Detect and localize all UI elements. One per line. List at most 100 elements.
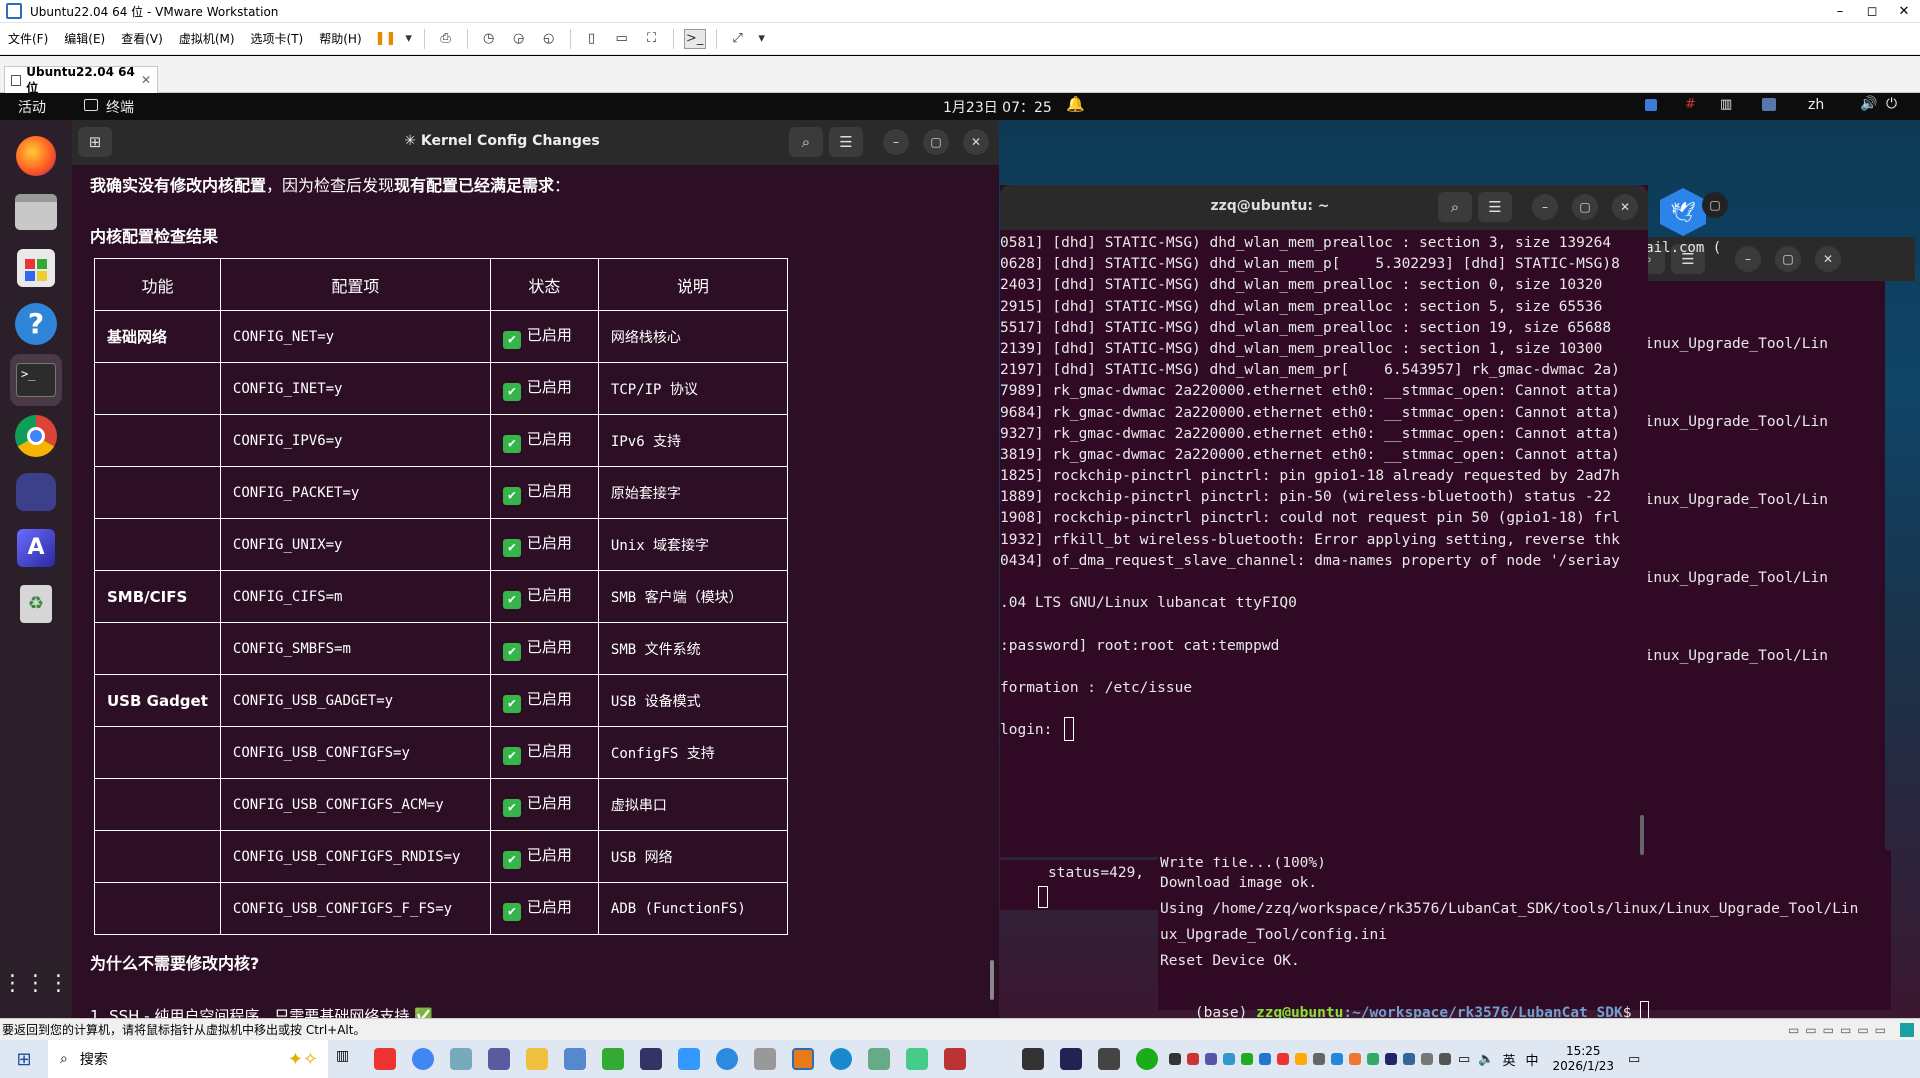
software-center-icon[interactable] — [10, 242, 62, 294]
terminal-icon[interactable]: >_ — [10, 354, 62, 406]
notes-icon[interactable] — [450, 1048, 472, 1070]
close-button[interactable]: ✕ — [1888, 4, 1920, 19]
trash-icon[interactable]: ♻ — [10, 578, 62, 630]
tray-icon[interactable] — [1205, 1053, 1217, 1065]
dropdown-icon[interactable]: ▾ — [404, 29, 414, 49]
device-network-icon[interactable] — [1900, 1022, 1914, 1037]
app-icon[interactable] — [678, 1048, 700, 1070]
menu-tabs[interactable]: 选项卡(T) — [243, 30, 312, 47]
dropdown-icon[interactable]: ▾ — [757, 29, 767, 49]
console-icon[interactable]: >_ — [683, 28, 706, 49]
app-icon[interactable] — [906, 1048, 928, 1070]
app-icon[interactable] — [1060, 1048, 1082, 1070]
tray-icon[interactable] — [1223, 1053, 1235, 1065]
search-icon[interactable]: ⌕ — [789, 127, 823, 157]
ime-indicator[interactable]: 中 — [1526, 1050, 1539, 1069]
network-icon[interactable]: ▭ — [1458, 1052, 1470, 1067]
maximize-button[interactable]: ◻ — [1856, 4, 1888, 19]
close-icon[interactable]: ✕ — [1815, 246, 1841, 272]
tray-icon[interactable] — [1439, 1053, 1451, 1065]
tray-icon[interactable] — [1277, 1053, 1289, 1065]
menu-view[interactable]: 查看(V) — [113, 30, 171, 47]
tray-icon[interactable] — [1385, 1053, 1397, 1065]
activities-button[interactable]: 活动 — [18, 97, 46, 117]
tray-icon[interactable] — [1187, 1053, 1199, 1065]
fullscreen-icon[interactable]: ⛶ — [641, 29, 663, 49]
lang-indicator[interactable]: 英 — [1502, 1050, 1515, 1069]
files-icon[interactable] — [10, 186, 62, 238]
wps-icon[interactable] — [374, 1048, 396, 1070]
vm-tab[interactable]: Ubuntu22.04 64 位 ✕ — [4, 65, 158, 95]
hamburger-menu-icon[interactable]: ☰ — [1478, 192, 1512, 222]
tray-icon[interactable] — [1421, 1053, 1433, 1065]
thumbnail-icon[interactable]: ▭ — [611, 29, 633, 49]
close-icon[interactable]: ✕ — [1612, 194, 1638, 220]
stretch-icon[interactable]: ⤢ — [727, 29, 749, 49]
task-view-icon[interactable]: ▥ — [336, 1048, 358, 1070]
scrollbar[interactable] — [990, 960, 994, 1000]
tray-icon[interactable] — [1403, 1053, 1415, 1065]
device-status-icons[interactable]: ▭▭▭▭▭▭ — [1788, 1023, 1892, 1037]
chrome-taskbar-icon[interactable] — [412, 1048, 434, 1070]
tray-app-icon[interactable] — [1645, 99, 1657, 111]
app-icon[interactable] — [944, 1048, 966, 1070]
notification-icon[interactable]: ▭ — [1628, 1052, 1640, 1067]
sidebar-toggle-icon[interactable]: ▯ — [581, 29, 603, 49]
app-icon[interactable] — [868, 1048, 890, 1070]
tray-icon[interactable] — [1313, 1053, 1325, 1065]
vm-tab-close-icon[interactable]: ✕ — [141, 73, 151, 87]
edge-alt-icon[interactable] — [830, 1048, 852, 1070]
excel-icon[interactable] — [602, 1048, 624, 1070]
taskbar-search-box[interactable]: ⌕ 搜索 ✦✧ — [48, 1040, 328, 1078]
menu-help[interactable]: 帮助(H) — [311, 30, 369, 47]
power-icon[interactable]: ⏻ — [1886, 96, 1897, 112]
front-terminal-output[interactable]: 0581] [dhd] STATIC-MSG) dhd_wlan_mem_pre… — [1000, 233, 1620, 742]
app-menu-label[interactable]: 终端 — [106, 97, 134, 117]
menu-edit[interactable]: 编辑(E) — [56, 30, 113, 47]
vmware-taskbar-icon[interactable] — [792, 1048, 814, 1070]
scrollbar[interactable] — [1640, 815, 1644, 855]
bell-icon[interactable]: 🔔 — [1066, 95, 1085, 113]
tray-icon[interactable] — [1259, 1053, 1271, 1065]
clock[interactable]: 1月23日 07：25 — [943, 97, 1052, 117]
tray-icon[interactable] — [1295, 1053, 1307, 1065]
show-apps-icon[interactable]: ⋮⋮⋮ — [2, 958, 70, 1010]
tray-network-warning-icon[interactable]: # — [1685, 97, 1696, 112]
maximize-icon[interactable]: ▢ — [1572, 194, 1598, 220]
pause-icon[interactable]: ❚❚ — [374, 29, 397, 49]
minimize-button[interactable]: – — [1824, 4, 1856, 19]
wechat-icon[interactable] — [1136, 1048, 1158, 1070]
edge-icon[interactable] — [716, 1048, 738, 1070]
revert-snapshot-icon[interactable]: ◶ — [508, 29, 530, 49]
tray-icon[interactable] — [1367, 1053, 1379, 1065]
taskbar-clock[interactable]: 15:25 2026/1/23 — [1553, 1044, 1615, 1074]
menu-file[interactable]: 文件(F) — [0, 30, 56, 47]
tray-icon[interactable] — [1241, 1053, 1253, 1065]
close-icon[interactable]: ✕ — [963, 129, 989, 155]
chrome-icon[interactable] — [10, 410, 62, 462]
hamburger-menu-icon[interactable]: ☰ — [829, 127, 863, 157]
bird-app-icon[interactable]: 🕊 — [1660, 188, 1706, 236]
cat-taskbar-icon[interactable] — [488, 1048, 510, 1070]
volume-icon[interactable]: 🔈 — [1478, 1052, 1494, 1067]
tray-icon[interactable] — [1331, 1053, 1343, 1065]
app-icon[interactable] — [754, 1048, 776, 1070]
search-icon[interactable]: ⌕ — [1438, 192, 1472, 222]
windows-start-icon[interactable]: ⊞ — [0, 1049, 48, 1070]
terminal-taskbar-icon[interactable] — [1098, 1048, 1120, 1070]
file-explorer-icon[interactable] — [526, 1048, 548, 1070]
tray-indicator-icon[interactable] — [1762, 98, 1776, 111]
tray-icon[interactable] — [1169, 1053, 1181, 1065]
volume-icon[interactable]: 🔊 — [1860, 96, 1877, 112]
firefox-icon[interactable] — [10, 130, 62, 182]
pen-icon[interactable] — [564, 1048, 586, 1070]
maximize-icon[interactable]: ▢ — [923, 129, 949, 155]
snapshot-icon[interactable]: ◷ — [478, 29, 500, 49]
snapshot-manager-icon[interactable]: ◵ — [538, 29, 560, 49]
app-icon[interactable] — [640, 1048, 662, 1070]
tray-signal-icon[interactable]: ▥ — [1720, 97, 1732, 112]
menu-vm[interactable]: 虚拟机(M) — [171, 30, 243, 47]
behind-window-maximize-icon[interactable]: ▢ — [1702, 192, 1728, 218]
app-icon[interactable] — [1022, 1048, 1044, 1070]
input-method-indicator[interactable]: zh — [1808, 97, 1824, 113]
